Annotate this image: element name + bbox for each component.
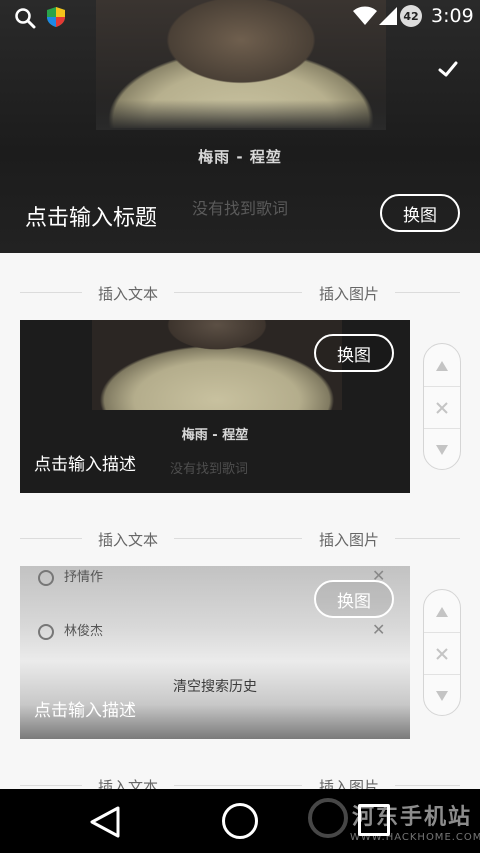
triangle-down-icon bbox=[436, 444, 448, 455]
card-lyrics-message: 没有找到歌词 bbox=[170, 462, 249, 477]
close-icon bbox=[436, 401, 448, 414]
watermark-text: 河东手机站 bbox=[352, 805, 473, 830]
shield-icon bbox=[47, 7, 65, 27]
change-image-button[interactable]: 换图 bbox=[314, 580, 394, 618]
triangle-up-icon bbox=[436, 360, 448, 371]
wifi-icon bbox=[353, 6, 377, 25]
triangle-up-icon bbox=[436, 606, 448, 617]
insert-text-button[interactable]: 插入文本 bbox=[98, 529, 158, 550]
card-image bbox=[92, 320, 342, 410]
insert-row: 插入文本 插入图片 bbox=[20, 524, 460, 554]
battery-icon: 42 bbox=[400, 5, 422, 27]
image-card[interactable]: 抒情作 ✕ 林俊杰 ✕ 清空搜索历史 点击输入描述 换图 bbox=[20, 566, 410, 739]
description-input[interactable]: 点击输入描述 bbox=[34, 450, 136, 475]
change-cover-button[interactable]: 换图 bbox=[380, 194, 460, 232]
card-song-title: 梅雨 - 程堃 bbox=[181, 428, 249, 443]
triangle-down-icon bbox=[436, 690, 448, 701]
watermark-url: WWW.HACKHOME.COM bbox=[350, 832, 480, 843]
description-input[interactable]: 点击输入描述 bbox=[34, 696, 136, 721]
status-bar: 42 3:09 bbox=[0, 0, 480, 33]
insert-image-button[interactable]: 插入图片 bbox=[319, 283, 379, 304]
close-icon: ✕ bbox=[372, 620, 386, 639]
move-down-button[interactable] bbox=[424, 675, 460, 716]
watermark: 河东手机站 WWW.HACKHOME.COM bbox=[300, 796, 480, 853]
move-up-button[interactable] bbox=[424, 345, 460, 386]
home-icon[interactable] bbox=[222, 803, 258, 839]
close-icon bbox=[436, 647, 448, 660]
card-controls bbox=[423, 589, 461, 716]
header: 梅雨 - 程堃 没有找到歌词 点击输入标题 换图 bbox=[0, 0, 480, 253]
song-title: 梅雨 - 程堃 bbox=[198, 148, 282, 166]
list-item: 抒情作 bbox=[38, 566, 103, 586]
title-input[interactable]: 点击输入标题 bbox=[25, 200, 157, 232]
insert-image-button[interactable]: 插入图片 bbox=[319, 529, 379, 550]
clock-icon bbox=[38, 623, 54, 640]
delete-button[interactable] bbox=[424, 633, 460, 674]
card-center-message: 清空搜索历史 bbox=[173, 679, 257, 695]
card-controls bbox=[423, 343, 461, 470]
list-item: 林俊杰 bbox=[38, 620, 103, 640]
move-up-button[interactable] bbox=[424, 591, 460, 632]
delete-button[interactable] bbox=[424, 387, 460, 428]
move-down-button[interactable] bbox=[424, 429, 460, 470]
clock: 3:09 bbox=[431, 5, 474, 27]
insert-text-button[interactable]: 插入文本 bbox=[98, 283, 158, 304]
watermark-logo-icon bbox=[308, 798, 348, 838]
image-card[interactable]: 梅雨 - 程堃 没有找到歌词 点击输入描述 换图 bbox=[20, 320, 410, 493]
insert-row: 插入文本 插入图片 bbox=[20, 278, 460, 308]
back-icon[interactable] bbox=[88, 805, 122, 839]
clock-icon bbox=[38, 569, 54, 586]
signal-icon bbox=[379, 7, 397, 25]
change-image-button[interactable]: 换图 bbox=[314, 334, 394, 372]
check-icon[interactable] bbox=[437, 58, 459, 80]
search-icon bbox=[15, 8, 36, 29]
